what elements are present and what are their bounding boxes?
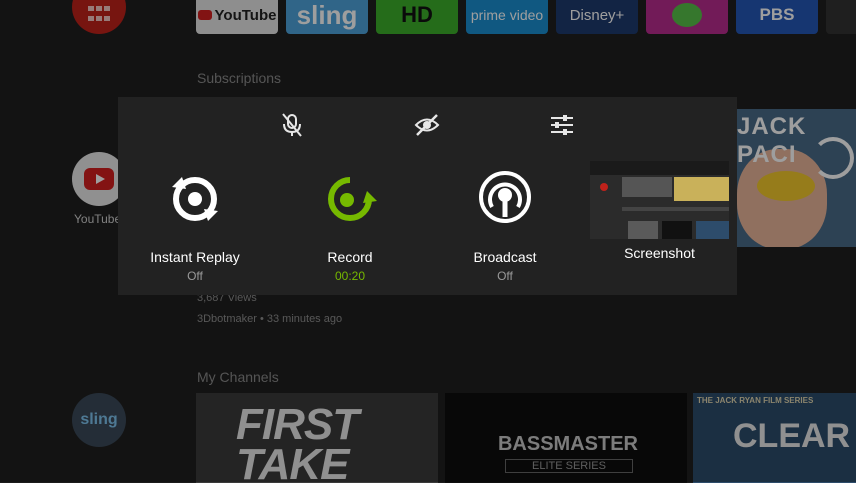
instant-replay-status: Off <box>187 269 203 283</box>
record-label: Record <box>327 249 373 265</box>
settings-sliders-icon[interactable] <box>548 111 576 139</box>
preview-meta-line <box>622 207 729 211</box>
preview-app-dot <box>600 183 608 191</box>
record-icon <box>328 177 377 221</box>
share-overlay-panel: Instant Replay Off Record 00:20 Broadcas… <box>118 97 737 295</box>
instant-replay-label: Instant Replay <box>150 249 240 265</box>
microphone-off-icon[interactable] <box>278 111 306 139</box>
broadcast-status: Off <box>497 269 513 283</box>
record-button[interactable]: Record 00:20 <box>275 169 425 283</box>
screenshot-preview[interactable] <box>590 161 729 239</box>
instant-replay-button[interactable]: Instant Replay Off <box>120 169 270 283</box>
camera-off-icon[interactable] <box>413 111 441 139</box>
preview-channel-1 <box>628 221 658 239</box>
broadcast-button[interactable]: Broadcast Off <box>430 169 580 283</box>
preview-channel-3 <box>696 221 729 239</box>
screenshot-label: Screenshot <box>624 245 695 261</box>
preview-thumb-2 <box>674 177 729 201</box>
preview-top-bar <box>590 161 729 175</box>
instant-replay-icon <box>172 177 218 221</box>
broadcast-icon <box>479 171 531 223</box>
record-timer: 00:20 <box>334 269 366 283</box>
preview-channel-2 <box>662 221 692 239</box>
broadcast-label: Broadcast <box>473 249 537 265</box>
preview-thumb-1 <box>622 177 672 197</box>
